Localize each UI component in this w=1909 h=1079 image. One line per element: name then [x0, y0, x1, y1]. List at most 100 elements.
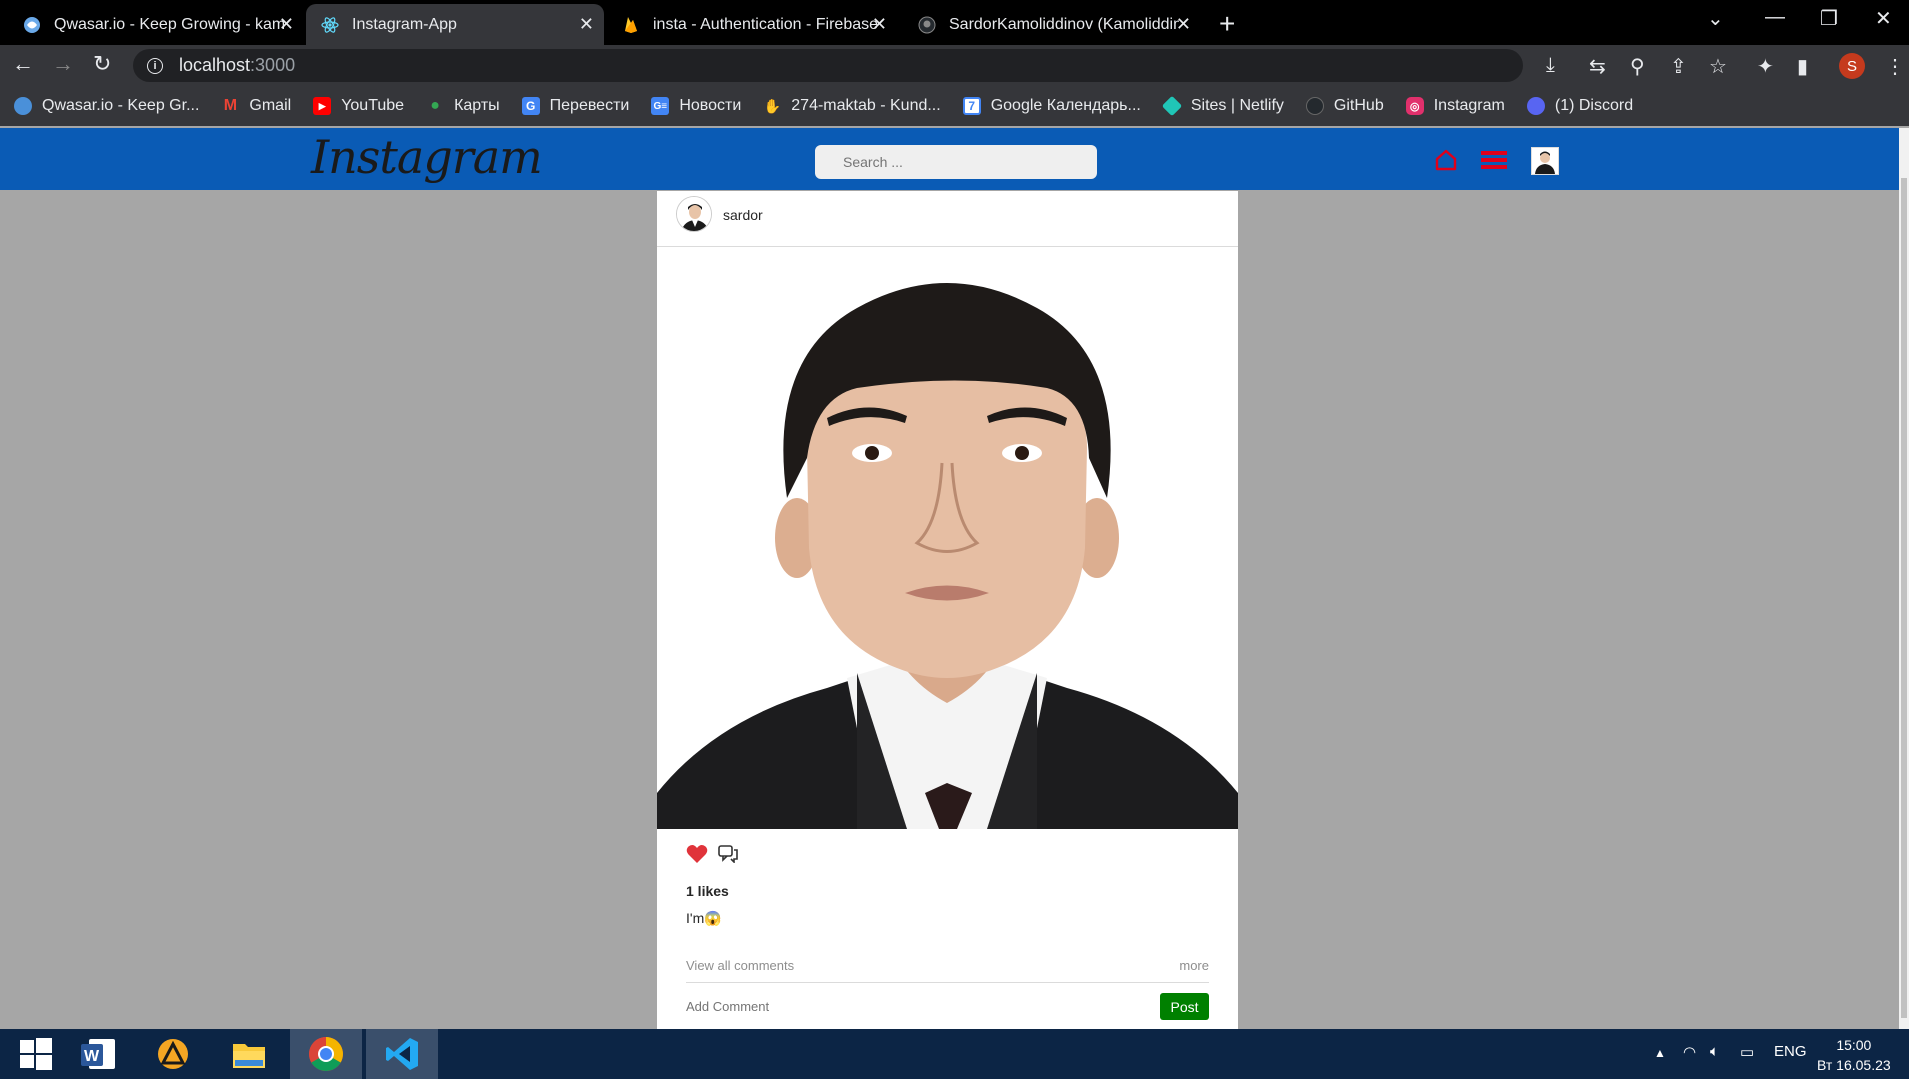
header-avatar[interactable] [1531, 147, 1559, 175]
tray-overflow-icon[interactable]: ▲ [1654, 1046, 1666, 1060]
tab-title: insta - Authentication - Firebase [653, 15, 879, 33]
share-icon[interactable]: ⇪ [1670, 54, 1687, 79]
app-header: Instagram [0, 128, 1900, 190]
hand-icon: ✋ [763, 97, 781, 114]
instagram-logo[interactable]: Instagram [311, 130, 543, 184]
search-input[interactable] [815, 145, 1097, 179]
likes-count: 1 likes [686, 883, 729, 899]
extensions-icon[interactable]: ✦ [1757, 54, 1774, 79]
bookmark-maps[interactable]: ● Карты [426, 97, 499, 115]
firebase-icon [621, 15, 641, 35]
youtube-icon: ▶ [313, 97, 332, 115]
bookmark-qwasar[interactable]: Qwasar.io - Keep Gr... [14, 97, 199, 115]
browser-tab-bar: Qwasar.io - Keep Growing - kam ✕ Instagr… [0, 0, 1909, 45]
bookmark-gmail[interactable]: M Gmail [221, 97, 291, 115]
tab-firebase[interactable]: insta - Authentication - Firebase ✕ [607, 4, 897, 45]
vscode-icon[interactable] [366, 1029, 438, 1079]
bookmark-netlify[interactable]: Sites | Netlify [1161, 95, 1284, 117]
bookmarks-bar: Qwasar.io - Keep Gr... M Gmail ▶ YouTube ●… [0, 86, 1909, 126]
url-host: localhost [179, 55, 251, 75]
close-icon[interactable]: ✕ [1176, 14, 1191, 35]
gmail-icon: M [223, 97, 238, 114]
calendar-icon: 7 [962, 97, 981, 115]
post-header: sardor [657, 191, 1238, 247]
file-explorer-icon[interactable] [213, 1029, 285, 1079]
github-icon [1305, 97, 1324, 115]
browser-toolbar: ← → ↻ i localhost:3000 ⤓ ⇆ ⚲ ⇪ ☆ ✦ ▮ S ⋮ [0, 45, 1909, 86]
menu-icon[interactable]: ⋮ [1885, 54, 1905, 79]
install-app-icon[interactable]: ⤓ [1546, 54, 1555, 77]
restore-icon[interactable]: ❐ [1820, 6, 1838, 31]
scrollbar-thumb[interactable] [1901, 178, 1907, 1018]
bookmark-github[interactable]: GitHub [1305, 97, 1384, 115]
clock-date: Вт 16.05.23 [1817, 1057, 1891, 1073]
address-bar[interactable]: i localhost:3000 [133, 49, 1523, 82]
battery-icon[interactable]: ▭ [1740, 1043, 1754, 1061]
comment-icon[interactable] [718, 845, 738, 863]
chrome-icon[interactable] [290, 1029, 362, 1079]
post-username[interactable]: sardor [723, 207, 763, 223]
taskbar-clock[interactable]: 15:00 Вт 16.05.23 [1817, 1035, 1891, 1075]
post-card: sardor 1 likes I'm😱 View all comments mo… [657, 191, 1238, 1029]
more-link[interactable]: more [1179, 958, 1209, 973]
window-close-icon[interactable]: ✕ [1875, 6, 1892, 31]
page-scrollbar[interactable] [1899, 128, 1909, 1029]
translate-icon: G [521, 97, 540, 115]
site-info-icon[interactable]: i [147, 57, 163, 74]
bookmark-maktab[interactable]: ✋ 274-maktab - Kund... [763, 97, 941, 115]
netlify-icon [1161, 95, 1183, 117]
aimp-icon[interactable] [137, 1029, 209, 1079]
post-photo [657, 248, 1238, 829]
qwasar-icon [22, 15, 42, 35]
tab-instagram-app[interactable]: Instagram-App ✕ [306, 4, 604, 45]
forward-icon[interactable]: → [52, 51, 74, 77]
react-icon [320, 15, 340, 35]
comment-divider [686, 982, 1209, 983]
word-icon[interactable]: W [62, 1029, 134, 1079]
bookmark-news[interactable]: G≡ Новости [651, 97, 741, 115]
github-icon [917, 15, 937, 35]
volume-icon[interactable]: 🔈︎ [1710, 1043, 1719, 1060]
discord-icon [1526, 97, 1545, 115]
post-caption: I'm😱 [686, 910, 722, 926]
wifi-icon[interactable]: ◠ [1683, 1043, 1696, 1061]
tab-title: SardorKamoliddinov (Kamoliddin [949, 15, 1179, 33]
bookmark-translate[interactable]: G Перевести [521, 97, 629, 115]
bookmark-star-icon[interactable]: ☆ [1709, 54, 1727, 79]
close-icon[interactable]: ✕ [279, 14, 294, 35]
new-tab-button[interactable]: + [1219, 8, 1235, 40]
clock-time: 15:00 [1836, 1037, 1872, 1053]
svg-text:W: W [84, 1048, 100, 1065]
minimize-icon[interactable]: — [1765, 6, 1785, 29]
url-port: :3000 [250, 55, 296, 75]
tab-title: Qwasar.io - Keep Growing - kam [54, 15, 284, 33]
tab-search-icon[interactable]: ⌄ [1707, 6, 1724, 31]
bookmark-calendar[interactable]: 7 Google Календарь... [962, 97, 1141, 115]
reload-icon[interactable]: ↻ [93, 51, 111, 77]
tab-github[interactable]: SardorKamoliddinov (Kamoliddin ✕ [903, 4, 1201, 45]
maps-icon: ● [430, 97, 440, 114]
tab-title: Instagram-App [352, 15, 457, 33]
heart-icon[interactable] [686, 844, 708, 864]
instagram-icon: ◎ [1405, 97, 1424, 115]
translate-icon[interactable]: ⇆ [1589, 54, 1606, 79]
add-comment-input[interactable] [686, 999, 1106, 1014]
menu-list-icon[interactable] [1481, 150, 1507, 170]
post-avatar[interactable] [676, 196, 712, 232]
close-icon[interactable]: ✕ [872, 14, 887, 35]
language-indicator[interactable]: ENG [1774, 1043, 1807, 1060]
view-all-comments-link[interactable]: View all comments [686, 958, 794, 973]
post-comment-button[interactable]: Post [1160, 993, 1209, 1020]
side-panel-icon[interactable]: ▮ [1797, 54, 1808, 79]
back-icon[interactable]: ← [12, 51, 34, 77]
qwasar-icon [14, 97, 32, 115]
home-icon[interactable] [1434, 148, 1458, 172]
tab-qwasar[interactable]: Qwasar.io - Keep Growing - kam ✕ [8, 4, 304, 45]
bookmark-discord[interactable]: (1) Discord [1526, 97, 1633, 115]
bookmark-instagram[interactable]: ◎ Instagram [1405, 97, 1505, 115]
bookmark-youtube[interactable]: ▶ YouTube [313, 97, 404, 115]
profile-avatar[interactable]: S [1839, 53, 1865, 79]
zoom-icon[interactable]: ⚲ [1630, 54, 1645, 79]
close-icon[interactable]: ✕ [579, 14, 594, 35]
windows-taskbar: W ▲ ◠ 🔈︎ ▭ ENG 15:00 Вт 16.05.23 [0, 1029, 1909, 1079]
